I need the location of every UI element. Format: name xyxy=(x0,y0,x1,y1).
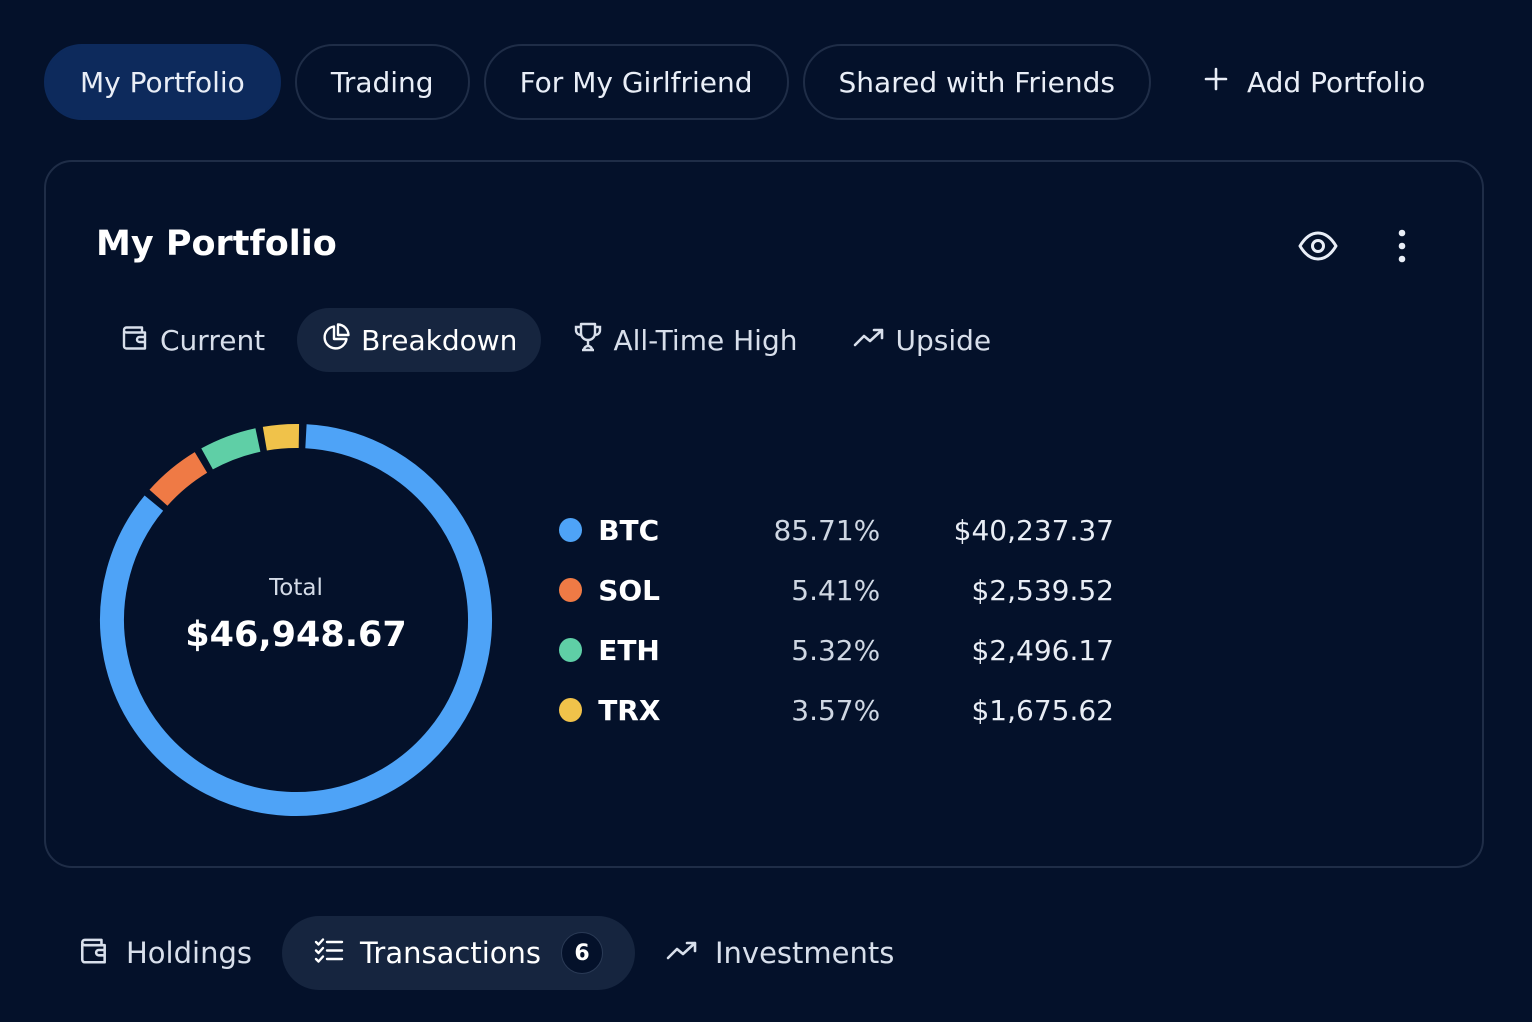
legend-amount: $40,237.37 xyxy=(953,513,1114,547)
tab-holdings[interactable]: Holdings xyxy=(56,916,274,990)
donut-center: Total $46,948.67 xyxy=(98,422,494,818)
legend-row-trx[interactable]: TRX 3.57% $1,675.62 xyxy=(554,680,1114,740)
legend-percent: 3.57% xyxy=(791,693,881,727)
pie-chart-icon xyxy=(321,322,351,359)
portfolio-tab-for-my-girlfriend[interactable]: For My Girlfriend xyxy=(483,44,789,120)
tab-label: All-Time High xyxy=(613,323,798,357)
breakdown-donut-chart: Total $46,948.67 xyxy=(98,422,494,818)
portfolio-tab-bar: My Portfolio Trading For My Girlfriend S… xyxy=(44,44,1451,120)
portfolio-card: My Portfolio Current Breakdown All-Time … xyxy=(44,160,1484,868)
portfolio-tab-label: My Portfolio xyxy=(80,65,245,99)
tab-upside[interactable]: Upside xyxy=(829,308,1015,372)
legend-amount: $2,496.17 xyxy=(971,633,1114,667)
tab-all-time-high[interactable]: All-Time High xyxy=(549,308,821,372)
wallet-icon xyxy=(120,322,150,359)
bottom-tab-bar: Holdings Transactions 6 Investments xyxy=(56,916,916,990)
add-portfolio-button[interactable]: Add Portfolio xyxy=(1165,44,1451,120)
more-vertical-icon[interactable] xyxy=(1382,226,1422,266)
trophy-icon xyxy=(573,321,603,360)
legend-row-sol[interactable]: SOL 5.41% $2,539.52 xyxy=(554,560,1114,620)
portfolio-tab-label: For My Girlfriend xyxy=(519,65,753,99)
legend-amount: $2,539.52 xyxy=(971,573,1114,607)
tab-breakdown[interactable]: Breakdown xyxy=(297,308,542,372)
donut-total-value: $46,948.67 xyxy=(185,615,407,655)
eye-icon[interactable] xyxy=(1298,226,1338,266)
legend-symbol: TRX xyxy=(598,693,661,727)
tab-label: Holdings xyxy=(126,936,252,970)
legend-amount: $1,675.62 xyxy=(971,693,1114,727)
legend-percent: 85.71% xyxy=(773,513,881,547)
plus-icon xyxy=(1203,66,1229,99)
wallet-icon xyxy=(78,934,110,973)
portfolio-tab-shared-with-friends[interactable]: Shared with Friends xyxy=(802,44,1151,120)
donut-total-label: Total xyxy=(269,575,323,601)
portfolio-tab-trading[interactable]: Trading xyxy=(294,44,470,120)
add-portfolio-label: Add Portfolio xyxy=(1247,65,1426,99)
legend-symbol: SOL xyxy=(598,573,660,607)
trending-up-icon xyxy=(853,324,885,357)
legend-dot xyxy=(559,578,583,602)
tab-current[interactable]: Current xyxy=(96,308,289,372)
tab-label: Transactions xyxy=(359,936,541,970)
tab-label: Upside xyxy=(895,323,992,357)
portfolio-tab-label: Trading xyxy=(330,65,434,99)
card-actions xyxy=(1298,226,1422,266)
legend-symbol: BTC xyxy=(598,513,660,547)
portfolio-tab-label: Shared with Friends xyxy=(838,65,1115,99)
view-tab-bar: Current Breakdown All-Time High Upside xyxy=(96,308,1015,372)
tab-label: Breakdown xyxy=(361,323,518,357)
breakdown-legend: BTC 85.71% $40,237.37 SOL 5.41% $2,539.5… xyxy=(554,500,1114,740)
legend-percent: 5.32% xyxy=(791,633,881,667)
tab-transactions[interactable]: Transactions 6 xyxy=(281,916,635,990)
legend-symbol: ETH xyxy=(598,633,660,667)
legend-dot xyxy=(559,698,583,722)
transactions-count-badge: 6 xyxy=(560,932,603,974)
tab-label: Current xyxy=(160,323,266,357)
card-title: My Portfolio xyxy=(96,224,337,264)
portfolio-tab-my-portfolio[interactable]: My Portfolio xyxy=(44,44,281,120)
legend-percent: 5.41% xyxy=(791,573,881,607)
legend-dot xyxy=(559,638,583,662)
legend-row-eth[interactable]: ETH 5.32% $2,496.17 xyxy=(554,620,1114,680)
tab-investments[interactable]: Investments xyxy=(643,916,916,990)
legend-row-btc[interactable]: BTC 85.71% $40,237.37 xyxy=(554,500,1114,560)
legend-dot xyxy=(559,518,583,542)
list-check-icon xyxy=(314,936,344,971)
tab-label: Investments xyxy=(714,936,895,970)
trending-up-icon xyxy=(665,936,699,970)
